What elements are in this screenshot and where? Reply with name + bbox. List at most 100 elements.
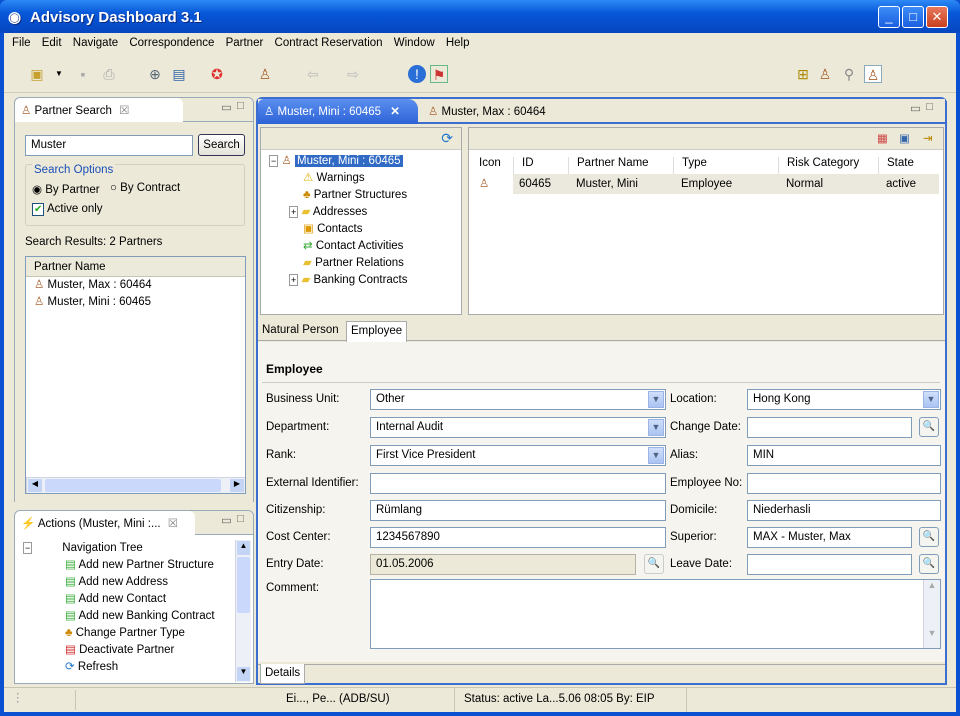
minimize-button[interactable]: _ <box>878 6 900 28</box>
menu-partner[interactable]: Partner <box>226 37 264 49</box>
close-tab-icon[interactable]: ☒ <box>168 518 178 530</box>
column-header-partner-name[interactable]: Partner Name <box>568 157 673 174</box>
open-perspective-icon[interactable]: ⊞ <box>794 65 812 83</box>
minimize-view-icon[interactable]: ▭ <box>221 100 232 114</box>
scroll-left-icon[interactable]: ◀ <box>28 479 42 492</box>
refresh-icon[interactable]: ⟳ <box>261 128 461 150</box>
actions-item-navigation-tree[interactable]: − Navigation Tree <box>23 540 233 557</box>
new-icon[interactable]: ▣ <box>28 65 46 83</box>
leave-date-lookup-icon[interactable]: 🔍 <box>919 554 939 574</box>
help-lifebuoy-icon[interactable]: ✪ <box>208 65 226 83</box>
superior-lookup-icon[interactable]: 🔍 <box>919 527 939 547</box>
close-button[interactable]: ✕ <box>926 6 948 28</box>
alias-field[interactable]: MIN <box>747 445 941 466</box>
tree-node-addresses[interactable]: + ▰ Addresses <box>269 204 461 221</box>
rank-select[interactable]: First Vice President ▼ <box>370 445 666 466</box>
close-tab-icon[interactable]: ✕ <box>390 106 400 118</box>
superior-field[interactable]: MAX - Muster, Max <box>747 527 912 548</box>
search-input[interactable]: Muster <box>25 135 193 156</box>
department-select[interactable]: Internal Audit ▼ <box>370 417 666 438</box>
column-header-risk-category[interactable]: Risk Category <box>778 157 878 174</box>
chevron-down-icon[interactable]: ▼ <box>923 391 939 408</box>
tab-muster-max[interactable]: ♙ Muster, Max : 60464 <box>428 104 546 118</box>
tree-node-contact-activities[interactable]: ⇄ Contact Activities <box>269 238 461 255</box>
tab-natural-person[interactable]: Natural Person <box>262 324 339 336</box>
columns-icon[interactable]: ▦ <box>877 131 888 145</box>
tree-node-banking-contracts[interactable]: + ▰ Banking Contracts <box>269 272 461 289</box>
column-header-type[interactable]: Type <box>673 157 778 174</box>
tree-node-warnings[interactable]: ⚠ Warnings <box>269 170 461 187</box>
location-select[interactable]: Hong Kong ▼ <box>747 389 941 410</box>
scroll-up-icon[interactable]: ▲ <box>237 541 250 555</box>
search-partner-icon[interactable]: ⊕ <box>146 65 164 83</box>
print-icon[interactable]: ⎙ <box>100 65 118 83</box>
cost-center-field[interactable]: 1234567890 <box>370 527 666 548</box>
save-icon[interactable]: ▪ <box>74 65 92 83</box>
action-deactivate-partner[interactable]: ▤ Deactivate Partner <box>23 642 233 659</box>
tree-node-partner-relations[interactable]: ▰ Partner Relations <box>269 255 461 272</box>
change-date-field[interactable] <box>747 417 912 438</box>
radio-by-contract[interactable]: ○ By Contract <box>110 182 180 194</box>
list-item[interactable]: ♙ Muster, Max : 60464 <box>26 277 245 294</box>
comment-scrollbar[interactable]: ▲ ▼ <box>923 580 940 648</box>
search-perspective-icon[interactable]: ⚲ <box>840 65 858 83</box>
tab-details[interactable]: Details <box>260 664 306 684</box>
tab-employee[interactable]: Employee <box>346 321 408 342</box>
back-icon[interactable]: ⇦ <box>304 65 322 83</box>
scroll-right-icon[interactable]: ▶ <box>230 479 244 492</box>
tree-node-partner-structures[interactable]: ♣ Partner Structures <box>269 187 461 204</box>
search-button[interactable]: Search <box>198 134 245 156</box>
new-dropdown-icon[interactable]: ▼ <box>50 65 68 83</box>
entry-date-lookup-icon[interactable]: 🔍 <box>644 554 664 574</box>
chevron-down-icon[interactable]: ▼ <box>648 419 664 436</box>
table-row[interactable]: ♙ 60465 Muster, Mini Employee Normal act… <box>469 174 939 194</box>
comment-textarea[interactable] <box>370 579 941 649</box>
column-header-state[interactable]: State <box>878 157 938 174</box>
minimize-view-icon[interactable]: ▭ <box>221 513 232 527</box>
maximize-editor-icon[interactable]: □ <box>926 101 933 113</box>
tree-node-contacts[interactable]: ▣ Contacts <box>269 221 461 238</box>
chevron-down-icon[interactable]: ▼ <box>648 447 664 464</box>
menu-window[interactable]: Window <box>394 37 435 49</box>
checkbox-active-only[interactable]: ✔ Active only <box>32 203 103 216</box>
document-icon[interactable]: ▤ <box>170 65 188 83</box>
menu-correspondence[interactable]: Correspondence <box>129 37 214 49</box>
vertical-scrollbar[interactable]: ▲ ▼ <box>235 540 251 682</box>
action-refresh[interactable]: ⟳ Refresh <box>23 659 233 676</box>
scroll-down-icon[interactable]: ▼ <box>237 667 250 681</box>
menu-navigate[interactable]: Navigate <box>73 37 118 49</box>
menu-contract-reservation[interactable]: Contract Reservation <box>275 37 383 49</box>
minimize-editor-icon[interactable]: ▭ <box>910 101 921 115</box>
action-add-contact[interactable]: ▤ Add new Contact <box>23 591 233 608</box>
tab-actions[interactable]: ⚡ Actions (Muster, Mini :... ☒ <box>15 511 195 535</box>
tree-node-root[interactable]: − ♙ Muster, Mini : 60465 <box>269 153 461 170</box>
citizenship-field[interactable]: Rümlang <box>370 500 666 521</box>
business-unit-select[interactable]: Other ▼ <box>370 389 666 410</box>
external-identifier-field[interactable] <box>370 473 666 494</box>
tab-partner-search[interactable]: ♙ Partner Search ☒ <box>15 98 183 122</box>
column-header-id[interactable]: ID <box>513 157 568 174</box>
change-date-lookup-icon[interactable]: 🔍 <box>919 417 939 437</box>
maximize-view-icon[interactable]: □ <box>237 100 244 112</box>
maximize-view-icon[interactable]: □ <box>237 513 244 525</box>
partner-perspective-icon[interactable]: ♙ <box>816 65 834 83</box>
chevron-down-icon[interactable]: ▼ <box>648 391 664 408</box>
column-header-icon[interactable]: Icon <box>469 157 513 174</box>
tab-muster-mini[interactable]: ♙ Muster, Mini : 60465 ✕ <box>258 99 418 124</box>
action-add-banking-contract[interactable]: ▤ Add new Banking Contract <box>23 608 233 625</box>
menu-help[interactable]: Help <box>446 37 470 49</box>
filter-icon[interactable]: ⚑ <box>430 65 448 83</box>
maximize-button[interactable]: □ <box>902 6 924 28</box>
horizontal-scrollbar[interactable]: ◀ ▶ <box>26 477 245 493</box>
domicile-field[interactable]: Niederhasli <box>747 500 941 521</box>
action-add-address[interactable]: ▤ Add new Address <box>23 574 233 591</box>
action-change-partner-type[interactable]: ♣ Change Partner Type <box>23 625 233 642</box>
forward-icon[interactable]: ⇨ <box>344 65 362 83</box>
menu-file[interactable]: File <box>12 37 31 49</box>
scroll-up-icon[interactable]: ▲ <box>924 580 940 590</box>
column-header-partner-name[interactable]: Partner Name <box>26 257 245 277</box>
radio-by-partner[interactable]: ◉ By Partner <box>32 182 100 196</box>
active-perspective-icon[interactable]: ♙ <box>864 65 882 83</box>
list-item[interactable]: ♙ Muster, Mini : 60465 <box>26 294 245 311</box>
scroll-thumb[interactable] <box>237 557 250 613</box>
